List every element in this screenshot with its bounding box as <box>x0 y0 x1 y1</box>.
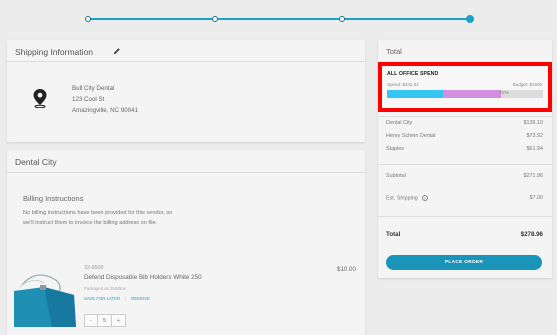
vendor-total-name: Henry Schein Dental <box>386 133 436 139</box>
billing-instructions-title: Billing Instructions <box>23 194 84 203</box>
grand-total-amount: $278.96 <box>520 231 543 238</box>
qty-increment-button[interactable]: + <box>112 314 126 327</box>
vendor-total-row: Dental City $136.10 <box>386 120 543 126</box>
stepper-step-3[interactable] <box>339 16 345 22</box>
product-name[interactable]: Defend Disposable Bib Holders White 250 <box>84 274 202 281</box>
vendor-total-name: Staples <box>386 146 404 152</box>
vendor-total-amount: $136.10 <box>523 120 544 126</box>
divider <box>378 116 552 117</box>
qty-decrement-button[interactable]: - <box>84 314 98 327</box>
stepper-step-4-active[interactable] <box>466 15 474 23</box>
vendor-total-amount: $73.92 <box>526 133 544 139</box>
card-divider <box>7 172 365 173</box>
address-city: Amazingville, NC 90041 <box>72 107 139 114</box>
divider <box>378 164 552 165</box>
address-name: Bull City Dental <box>72 85 115 92</box>
grand-total-row: Total $278.96 <box>386 231 543 238</box>
qty-input[interactable]: 5 <box>98 314 112 327</box>
pencil-edit-icon[interactable] <box>113 47 121 55</box>
billing-instructions-text: No billing instructions have been provid… <box>23 210 173 226</box>
info-icon[interactable]: ? <box>421 195 428 201</box>
total-title: Total <box>386 47 402 56</box>
vendor-name: Dental City <box>15 157 57 167</box>
remove-link[interactable]: REMOVE <box>131 296 150 301</box>
budget-percent: 71% <box>499 91 509 96</box>
stepper-step-1[interactable] <box>85 16 91 22</box>
order-total-card: Total ALL OFFICE SPEND Spend: $342.21 Bu… <box>378 40 552 278</box>
budget-bar-segment-spent <box>387 90 444 98</box>
budget-progress-bar <box>387 90 543 98</box>
link-separator: | <box>125 296 127 301</box>
address-line1: 123 Cool St <box>72 96 105 103</box>
card-divider <box>7 61 365 62</box>
vendor-card: Dental City Billing Instructions No bill… <box>7 150 365 335</box>
shipping-label-wrap: Est. Shipping? <box>386 195 428 201</box>
shipping-info-card: Shipping Information Bull City Dental 12… <box>7 40 365 142</box>
product-packaging: Packaged as 250/Box <box>84 286 126 291</box>
location-pin-icon <box>33 89 47 108</box>
shipping-title: Shipping Information <box>15 47 93 57</box>
product-image <box>14 274 76 327</box>
grand-total-label: Total <box>386 231 401 238</box>
vendor-total-amount: $61.94 <box>526 146 544 152</box>
stepper-step-2[interactable] <box>212 16 218 22</box>
product-price: $10.00 <box>337 266 356 273</box>
shipping-label: Est. Shipping <box>386 195 418 202</box>
budget-max: Budget: $1500 <box>512 82 542 87</box>
save-for-later-link[interactable]: SAVE FOR LATER <box>84 296 120 301</box>
checkout-progress-stepper <box>85 15 474 23</box>
product-actions: SAVE FOR LATER | REMOVE <box>84 296 150 301</box>
budget-spend: Spend: $342.21 <box>387 82 419 87</box>
vendor-total-name: Dental City <box>386 120 413 126</box>
divider <box>378 216 552 217</box>
subtotal-label: Subtotal <box>386 173 406 179</box>
stepper-track <box>88 18 470 20</box>
quantity-stepper: - 5 + <box>84 314 126 327</box>
shipping-amount: $7.00 <box>529 195 544 201</box>
shipping-row: Est. Shipping? $7.00 <box>386 195 543 201</box>
subtotal-amount: $271.96 <box>523 173 544 179</box>
product-sku: 32-8500 <box>84 265 104 271</box>
budget-widget-highlight: ALL OFFICE SPEND Spend: $342.21 Budget: … <box>378 62 552 112</box>
budget-label: ALL OFFICE SPEND <box>387 71 439 77</box>
shipping-address: Bull City Dental 123 Cool St Amazingvill… <box>72 83 138 116</box>
vendor-total-row: Staples $61.94 <box>386 146 543 152</box>
vendor-total-row: Henry Schein Dental $73.92 <box>386 133 543 139</box>
budget-bar-segment-cart <box>443 90 501 98</box>
place-order-button[interactable]: PLACE ORDER <box>386 255 542 270</box>
subtotal-row: Subtotal $271.96 <box>386 173 543 179</box>
